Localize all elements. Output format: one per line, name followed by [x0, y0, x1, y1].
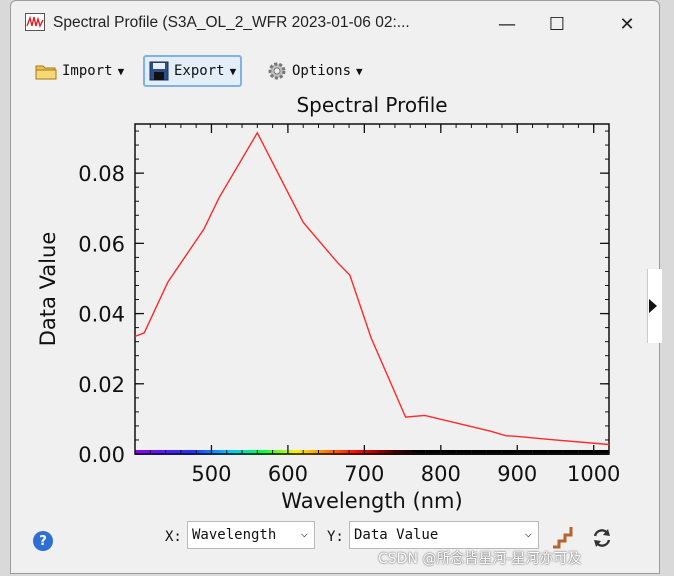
spectral-chart[interactable]: 500 600 700 800 900 1000 0.00 0.02 0.04 0.06 0.08 S…: [21, 89, 631, 519]
toolbar: Import ▼ Export ▼ Options ▼: [11, 55, 659, 91]
caret-right-icon: [649, 299, 657, 313]
import-label: Import: [62, 63, 113, 79]
refresh-icon[interactable]: [591, 527, 613, 553]
options-label: Options: [292, 63, 352, 79]
x-tick-label: 700: [344, 462, 384, 486]
side-panel-handle[interactable]: [647, 269, 662, 343]
export-label: Export: [174, 63, 225, 79]
maximize-icon: ☐: [548, 13, 566, 35]
watermark-text: CSDN @所念皆星河-星河亦可及: [378, 551, 582, 567]
folder-icon: [35, 65, 57, 80]
y-tick-label: 0.08: [78, 162, 125, 186]
x-tick-label: 500: [191, 462, 231, 486]
close-button[interactable]: ✕: [607, 9, 647, 39]
x-axis-label: Wavelength (nm): [281, 489, 462, 513]
minimize-button[interactable]: —: [487, 9, 527, 39]
chevron-down-icon: ⌵: [524, 526, 532, 540]
help-icon[interactable]: ?: [33, 531, 53, 551]
x-tick-label: 900: [497, 462, 537, 486]
chevron-down-icon: ⌵: [300, 526, 308, 540]
x-axis-select-value: Wavelength: [192, 527, 277, 543]
save-icon: [149, 61, 169, 81]
title-bar: Spectral Profile (S3A_OL_2_WFR 2023-01-0…: [11, 1, 659, 47]
x-tick-label: 600: [268, 462, 308, 486]
y-axis-select-value: Data Value: [354, 527, 439, 543]
minimize-icon: —: [498, 13, 516, 35]
maximize-button[interactable]: ☐: [537, 9, 577, 39]
window-title: Spectral Profile (S3A_OL_2_WFR 2023-01-0…: [53, 14, 410, 31]
y-axis-label: Data Value: [36, 232, 60, 347]
y-tick-label: 0.04: [78, 303, 125, 327]
x-tick-label: 1000: [567, 462, 620, 486]
export-button[interactable]: Export ▼: [143, 55, 243, 87]
x-axis-select[interactable]: Wavelength ⌵: [187, 521, 315, 549]
import-button[interactable]: Import ▼: [31, 55, 128, 87]
chart-title: Spectral Profile: [296, 93, 447, 117]
plot-background: [135, 124, 609, 454]
spectral-profile-window: Spectral Profile (S3A_OL_2_WFR 2023-01-0…: [10, 0, 662, 574]
y-axis-selector-label: Y:: [327, 529, 344, 545]
y-axis-select[interactable]: Data Value ⌵: [349, 521, 539, 549]
y-tick-label: 0.00: [78, 443, 125, 467]
x-tick-label: 800: [421, 462, 461, 486]
y-tick-label: 0.02: [78, 373, 125, 397]
options-button[interactable]: Options ▼: [263, 55, 367, 87]
gear-icon: [268, 62, 286, 80]
chevron-down-icon: ▼: [229, 64, 237, 78]
y-tick-label: 0.06: [78, 232, 125, 256]
x-axis-selector-label: X:: [165, 529, 182, 545]
chevron-down-icon: ▼: [356, 64, 363, 78]
close-icon: ✕: [619, 13, 635, 35]
chevron-down-icon: ▼: [117, 64, 125, 78]
app-icon: [25, 13, 45, 31]
chart-area[interactable]: 500 600 700 800 900 1000 0.00 0.02 0.04 0.06 0.08 S…: [21, 89, 631, 519]
